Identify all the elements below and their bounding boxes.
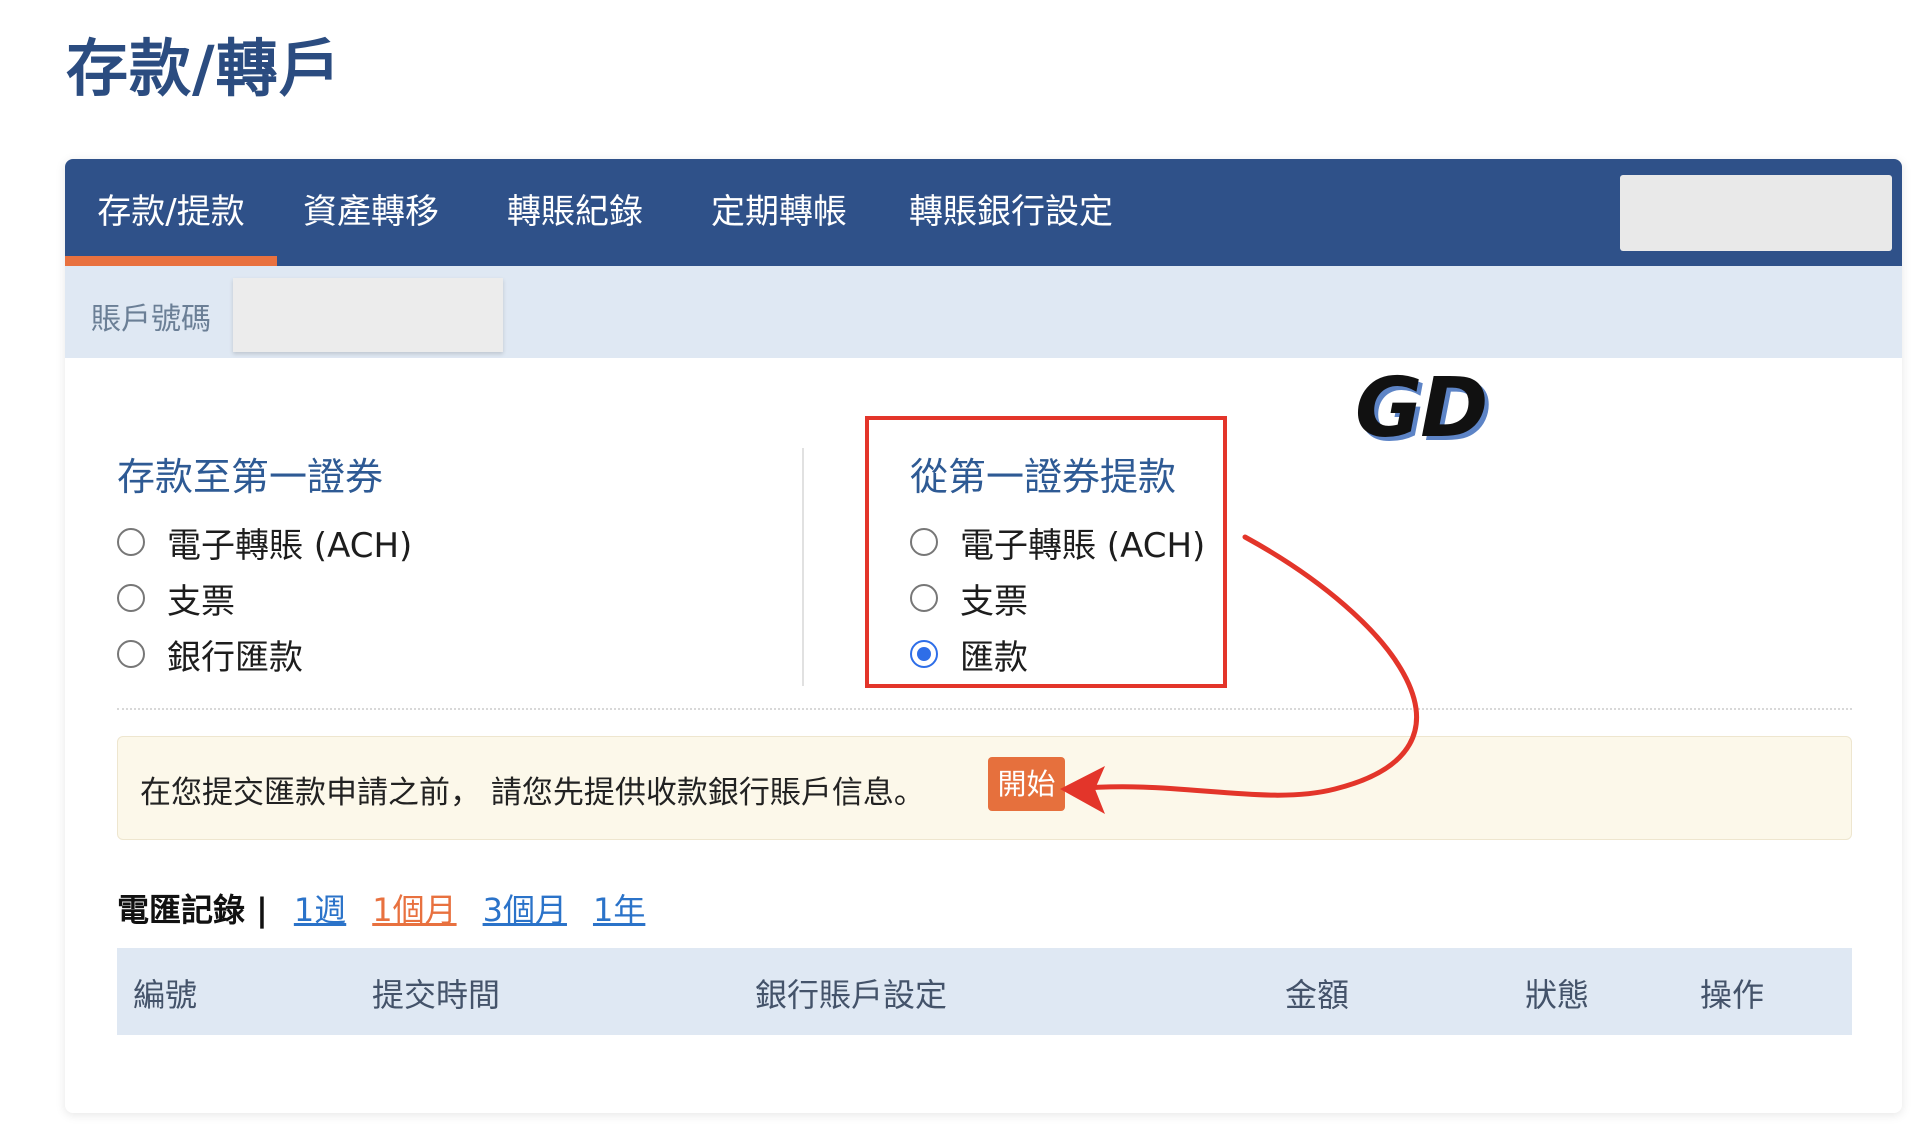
notice-text: 在您提交匯款申請之前， 請您先提供收款銀行賬戶信息。	[140, 775, 925, 811]
tab-bank-settings[interactable]: 轉賬銀行設定	[899, 159, 1123, 266]
header-id: 編號	[133, 976, 198, 1014]
radio-label: 電子轉賬 (ACH)	[167, 525, 413, 566]
account-number-label: 賬戶號碼	[91, 302, 211, 337]
deposit-option-wire[interactable]: 銀行匯款	[117, 632, 303, 678]
deposit-option-check[interactable]: 支票	[117, 576, 235, 622]
tab-scheduled-transfer[interactable]: 定期轉帳	[695, 159, 863, 266]
table-header: 編號 提交時間 銀行賬戶設定 金額 狀態 操作	[117, 948, 1852, 1035]
deposit-option-ach[interactable]: 電子轉賬 (ACH)	[117, 520, 413, 566]
range-1-week[interactable]: 1週	[294, 885, 346, 931]
radio-label: 銀行匯款	[167, 637, 303, 678]
gd-watermark: GD	[1355, 361, 1488, 456]
tab-transfer-records[interactable]: 轉賬紀錄	[491, 159, 659, 266]
tab-deposit-withdraw[interactable]: 存款/提款	[65, 159, 277, 266]
main-panel: 存款/提款 資產轉移 轉賬紀錄 定期轉帳 轉賬銀行設定 賬戶號碼 GD 存款至第…	[65, 159, 1902, 1113]
wire-notice: 在您提交匯款申請之前， 請您先提供收款銀行賬戶信息。 開始	[117, 736, 1852, 840]
radio-button[interactable]	[117, 584, 145, 612]
start-button[interactable]: 開始	[988, 757, 1065, 811]
account-bar: 賬戶號碼	[65, 266, 1902, 358]
header-amount: 金額	[1285, 976, 1350, 1014]
range-1-year[interactable]: 1年	[593, 885, 645, 931]
account-number-select[interactable]	[233, 278, 503, 352]
tab-bar: 存款/提款 資產轉移 轉賬紀錄 定期轉帳 轉賬銀行設定	[65, 159, 1902, 266]
range-1-month[interactable]: 1個月	[372, 885, 456, 931]
tab-asset-transfer[interactable]: 資產轉移	[287, 159, 455, 266]
dotted-divider	[117, 708, 1852, 710]
redacted-box	[1620, 175, 1892, 251]
header-submit-time: 提交時間	[372, 976, 501, 1014]
deposit-section-title: 存款至第一證券	[117, 455, 384, 499]
radio-button[interactable]	[117, 528, 145, 556]
section-divider	[802, 448, 804, 686]
page-title: 存款/轉戶	[66, 32, 342, 105]
wire-history-filter: 電匯記錄 | 1週 1個月 3個月 1年	[117, 885, 645, 931]
header-action: 操作	[1700, 976, 1765, 1014]
annotation-highlight-box	[865, 416, 1227, 688]
radio-button[interactable]	[117, 640, 145, 668]
radio-label: 支票	[167, 581, 235, 622]
header-bank-account: 銀行賬戶設定	[755, 976, 948, 1014]
header-status: 狀態	[1525, 976, 1590, 1014]
range-3-months[interactable]: 3個月	[483, 885, 567, 931]
history-title: 電匯記錄 |	[117, 891, 268, 929]
